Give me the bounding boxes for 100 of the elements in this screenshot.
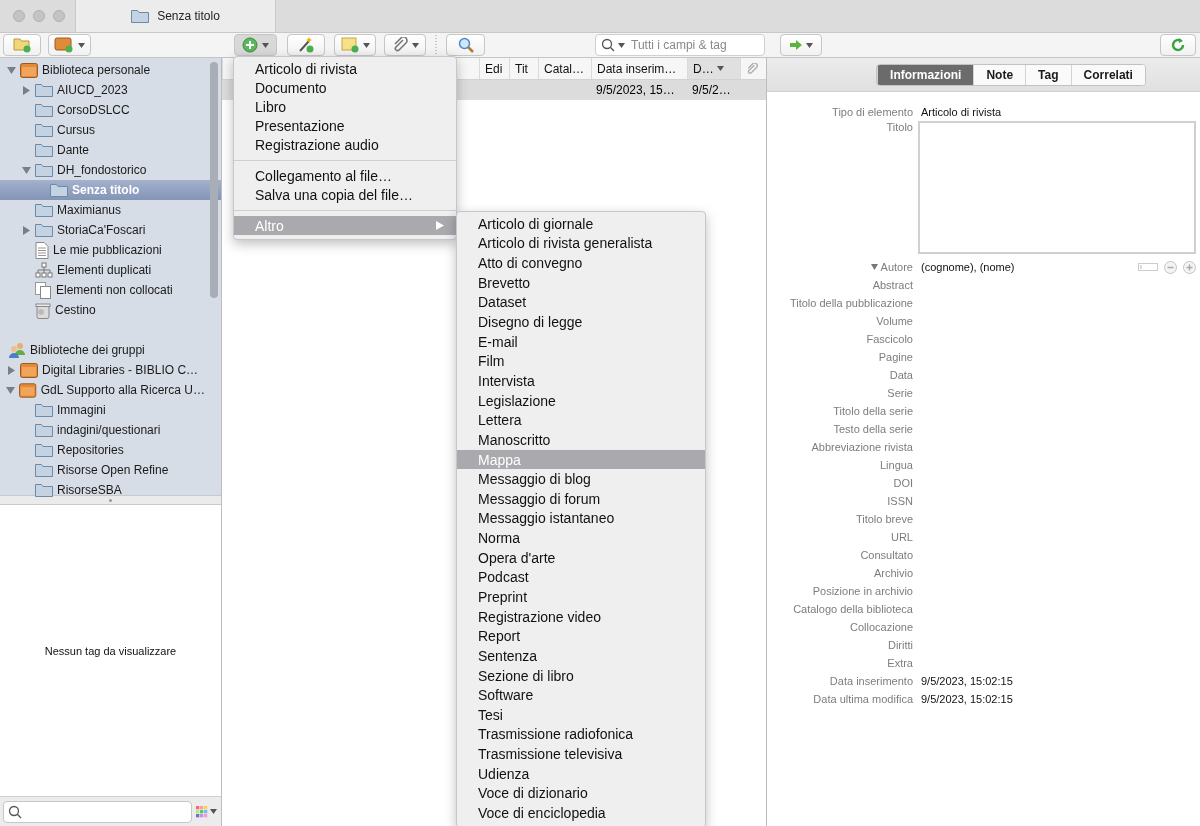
collection-item[interactable]: GdL Supporto alla Ricerca U…: [0, 380, 221, 400]
menu-item[interactable]: Trasmissione televisiva: [457, 744, 705, 764]
title-field[interactable]: [918, 121, 1196, 254]
document-icon: [35, 241, 49, 259]
menu-item[interactable]: Disegno di legge: [457, 312, 705, 332]
collection-item[interactable]: Maximianus: [0, 200, 221, 220]
field-label: Consultato: [859, 549, 913, 561]
menu-item[interactable]: Articolo di rivista generalista: [457, 233, 705, 254]
menu-item[interactable]: Software: [457, 685, 705, 705]
field-label: Pagine: [877, 351, 913, 363]
field-label: Archivio: [872, 567, 913, 579]
field-value[interactable]: 9/5/2023, 15:02:15: [921, 675, 1196, 687]
menu-item[interactable]: Legislazione: [457, 390, 705, 411]
menu-item[interactable]: Voce di dizionario: [457, 783, 705, 804]
close-button[interactable]: [13, 10, 25, 22]
collection-item[interactable]: Elementi non collocati: [0, 280, 221, 300]
column-header[interactable]: Catal…: [538, 58, 591, 79]
menu-item[interactable]: Libro: [234, 97, 456, 116]
menu-item[interactable]: Preprint: [457, 587, 705, 607]
column-header[interactable]: Tit: [509, 58, 538, 79]
collection-item[interactable]: Cestino: [0, 300, 221, 320]
disclosure-triangle-icon[interactable]: [21, 85, 31, 95]
menu-item[interactable]: Manoscritto: [457, 430, 705, 450]
collection-item[interactable]: indagini/questionari: [0, 420, 221, 440]
tag-search-field[interactable]: [3, 800, 192, 823]
new-collection-button[interactable]: [3, 34, 41, 56]
collection-item[interactable]: RisorseSBA: [0, 480, 221, 500]
new-item-button[interactable]: [234, 34, 277, 56]
menu-item[interactable]: Tesi: [457, 705, 705, 725]
field-value[interactable]: (cognome), (nome): [921, 261, 1015, 273]
menu-item[interactable]: Intervista: [457, 371, 705, 391]
collection-item[interactable]: Immagini: [0, 400, 221, 420]
disclosure-triangle-icon[interactable]: [6, 365, 16, 375]
menu-item[interactable]: E-mail: [457, 331, 705, 352]
menu-item[interactable]: Salva una copia del file…: [234, 185, 456, 204]
collection-item[interactable]: Cursus: [0, 120, 221, 140]
collection-item[interactable]: Digital Libraries - BIBLIO C…: [0, 360, 221, 380]
new-note-button[interactable]: [334, 34, 376, 56]
collection-item[interactable]: StoriaCa'Foscari: [0, 220, 221, 240]
menu-item[interactable]: Collegamento al file…: [234, 166, 456, 185]
tab[interactable]: Informazioni: [877, 64, 974, 85]
disclosure-triangle-icon[interactable]: [6, 65, 16, 75]
table-cell: 9/5/2023, 15…: [596, 83, 675, 97]
collection-item[interactable]: Biblioteca personale: [0, 60, 221, 80]
mode-switch-icon[interactable]: [1138, 263, 1158, 271]
minus-icon[interactable]: [1164, 260, 1177, 274]
menu-item[interactable]: Report: [457, 626, 705, 647]
menu-item[interactable]: Articolo di rivista: [234, 59, 456, 78]
field-value[interactable]: 9/5/2023, 15:02:15: [921, 693, 1196, 705]
menu-item[interactable]: Trasmissione radiofonica: [457, 724, 705, 745]
menu-item[interactable]: Dataset: [457, 292, 705, 313]
minimize-button[interactable]: [33, 10, 45, 22]
attachment-button[interactable]: [384, 34, 426, 56]
menu-item[interactable]: Registrazione audio: [234, 135, 456, 154]
tab[interactable]: Correlati: [1070, 64, 1145, 85]
menu-item[interactable]: Film: [457, 351, 705, 372]
plus-icon[interactable]: [1183, 260, 1196, 274]
menu-item[interactable]: Presentazione: [234, 116, 456, 135]
collection-item[interactable]: CorsoDSLCC: [0, 100, 221, 120]
disclosure-triangle-icon[interactable]: [6, 385, 16, 395]
menu-item[interactable]: Sezione di libro: [457, 665, 705, 686]
sync-button[interactable]: [1160, 34, 1196, 56]
menu-item[interactable]: Opera d'arte: [457, 547, 705, 568]
column-header[interactable]: D…: [687, 58, 740, 79]
locate-button[interactable]: [780, 34, 822, 56]
collection-item[interactable]: AIUCD_2023: [0, 80, 221, 100]
add-by-identifier-button[interactable]: [287, 34, 325, 56]
advanced-search-button[interactable]: [446, 34, 485, 56]
menu-item[interactable]: Brevetto: [457, 272, 705, 293]
menu-item[interactable]: Lettera: [457, 410, 705, 431]
menu-item[interactable]: Messaggio istantaneo: [457, 508, 705, 529]
disclosure-triangle-icon[interactable]: [21, 165, 31, 175]
collection-item[interactable]: DH_fondostorico: [0, 160, 221, 180]
disclosure-triangle-icon[interactable]: [870, 264, 878, 270]
menu-item[interactable]: Atto di convegno: [457, 253, 705, 273]
menu-item[interactable]: Podcast: [457, 567, 705, 588]
field-value[interactable]: Articolo di rivista: [921, 106, 1196, 118]
menu-item[interactable]: Registrazione video: [457, 606, 705, 627]
menu-item[interactable]: Voce di enciclopedia: [457, 803, 705, 823]
menu-item[interactable]: Sentenza: [457, 646, 705, 666]
disclosure-triangle-icon[interactable]: [21, 225, 31, 235]
menu-item[interactable]: Documento: [234, 78, 456, 97]
collection-item[interactable]: Dante: [0, 140, 221, 160]
search-field[interactable]: Tutti i campi & tag: [595, 34, 765, 56]
window-tab[interactable]: Senza titolo: [75, 0, 276, 32]
zoom-button[interactable]: [53, 10, 65, 22]
menu-item[interactable]: Messaggio di forum: [457, 488, 705, 509]
collection-item[interactable]: Le mie pubblicazioni: [0, 240, 221, 260]
menu-item[interactable]: Norma: [457, 528, 705, 548]
tab[interactable]: Note: [973, 64, 1026, 85]
tag-colors-button[interactable]: [196, 805, 217, 818]
collection-item[interactable]: Elementi duplicati: [0, 260, 221, 280]
tab[interactable]: Tag: [1025, 64, 1071, 85]
menu-item[interactable]: Articolo di giornale: [457, 214, 705, 234]
new-library-button[interactable]: [48, 34, 91, 56]
collection-item[interactable]: Repositories: [0, 440, 221, 460]
column-header[interactable]: Edi: [479, 58, 509, 79]
collection-item[interactable]: Risorse Open Refine: [0, 460, 221, 480]
menu-item[interactable]: Messaggio di blog: [457, 469, 705, 489]
menu-item[interactable]: Udienza: [457, 763, 705, 784]
